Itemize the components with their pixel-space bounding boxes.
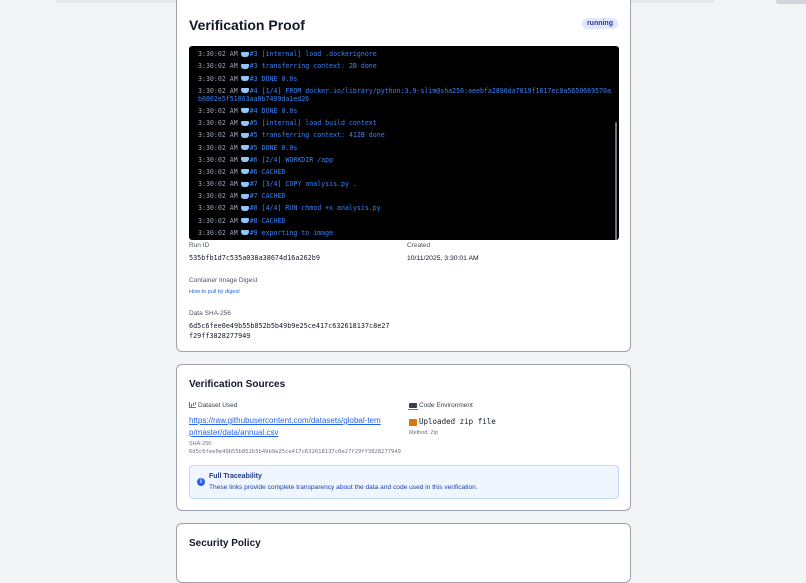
docker-whale-icon (240, 205, 249, 211)
log-line: 3:30:02 AM #5 [internal] load build conte… (198, 119, 613, 127)
log-message: #5 transferring context: 412B done (249, 131, 385, 140)
log-line: 3:30:02 AM #4 [1/4] FROM docker.io/librar… (198, 87, 613, 103)
data-sha-line2: f29ff3828277949 (189, 332, 251, 340)
log-timestamp: 3:30:02 AM (198, 204, 238, 213)
log-message: #3 DONE 0.0s (249, 74, 298, 83)
verification-sources-card: Verification Sources Dataset Used https:… (176, 364, 631, 511)
log-line: 3:30:02 AM #8 CACHED (198, 217, 613, 225)
log-message: #3 [internal] load .dockerignore (249, 50, 377, 59)
log-timestamp: 3:30:02 AM (198, 50, 238, 59)
run-id-value: 535bfb1d7c535a038a38674d16a262b9 (189, 254, 320, 262)
dataset-url-line2: p/master/data/annual.csv (189, 428, 279, 437)
log-line: 3:30:02 AM #7 [3/4] COPY analysis.py . (198, 180, 613, 188)
log-timestamp: 3:30:02 AM (198, 180, 238, 189)
security-policy-title: Security Policy (189, 538, 261, 549)
terminal-scrollbar[interactable] (615, 122, 617, 240)
log-line: 3:30:02 AM #5 transferring context: 412B … (198, 131, 613, 139)
docker-whale-icon (240, 120, 249, 126)
dataset-sha-label: SHA-256: (189, 441, 213, 447)
log-timestamp: 3:30:02 AM (198, 167, 238, 176)
log-message: #6 CACHED (249, 167, 286, 176)
docker-whale-icon (240, 76, 249, 82)
log-message: #3 transferring context: 2B done (249, 62, 377, 71)
log-timestamp: 3:30:02 AM (198, 216, 238, 225)
log-message: #7 CACHED (249, 192, 286, 201)
log-message: #5 DONE 0.0s (249, 143, 298, 152)
security-policy-card: Security Policy (176, 523, 631, 583)
docker-whale-icon (240, 51, 249, 57)
log-timestamp: 3:30:02 AM (198, 228, 238, 237)
log-message: #5 [internal] load build context (249, 119, 377, 128)
log-message: #8 CACHED (249, 216, 286, 225)
chart-icon (189, 402, 196, 409)
status-badge: running (581, 18, 618, 29)
code-method: Method: Zip (409, 430, 439, 436)
docker-whale-icon (240, 132, 249, 138)
log-line: 3:30:02 AM #8 [4/4] RUN chmod +x analysis… (198, 204, 613, 212)
log-line: 3:30:02 AM #3 transferring context: 2B do… (198, 62, 613, 70)
verification-proof-title: Verification Proof (189, 17, 305, 33)
docker-whale-icon (240, 169, 249, 175)
log-line: 3:30:02 AM #5 DONE 0.0s (198, 144, 613, 152)
log-message: #8 [4/4] RUN chmod +x analysis.py (249, 204, 381, 213)
laptop-icon (408, 402, 418, 410)
log-timestamp: 3:30:02 AM (198, 192, 238, 201)
pull-by-digest-link[interactable]: How to pull by digest (189, 289, 240, 295)
traceability-title: Full Traceability (209, 473, 262, 480)
traceability-info-box: i Full Traceability These links provide … (189, 465, 619, 499)
docker-whale-icon (240, 88, 249, 94)
log-timestamp: 3:30:02 AM (198, 106, 238, 115)
log-message: #7 [3/4] COPY analysis.py . (249, 180, 357, 189)
log-line: 3:30:02 AM #4 DONE 0.0s (198, 107, 613, 115)
log-timestamp: 3:30:02 AM (198, 119, 238, 128)
created-value: 10/11/2025, 3:30:01 AM (407, 255, 479, 262)
log-timestamp: 3:30:02 AM (198, 131, 238, 140)
dataset-url-line1: https://raw.githubusercontent.com/datase… (189, 416, 381, 425)
log-message: #9 exporting to image (249, 228, 334, 237)
log-line: 3:30:02 AM #3 [internal] load .dockerigno… (198, 50, 613, 58)
log-line: 3:30:02 AM #6 CACHED (198, 168, 613, 176)
log-line: 3:30:02 AM #7 CACHED (198, 192, 613, 200)
data-sha-label: Data SHA-256 (189, 310, 231, 317)
verification-proof-card: Verification Proof running 3:30:02 AM #3 … (176, 0, 631, 352)
package-icon (409, 418, 417, 426)
traceability-text: These links provide complete transparenc… (209, 484, 478, 491)
data-sha-line1: 6d5c6fee0e49b55b852b5b49b9e25ce417c63261… (189, 322, 390, 330)
log-message: #6 [2/4] WORKDIR /app (249, 155, 334, 164)
container-digest-label: Container Image Digest (189, 277, 258, 284)
docker-whale-icon (240, 145, 249, 150)
dataset-sha-value: 6d5c6fee0e49b55b852b5b49b9e25ce417c63261… (189, 449, 401, 455)
log-line: 3:30:02 AM #6 [2/4] WORKDIR /app (198, 156, 613, 164)
info-icon: i (197, 478, 205, 486)
docker-whale-icon (240, 181, 249, 187)
log-timestamp: 3:30:02 AM (198, 86, 238, 95)
log-timestamp: 3:30:02 AM (198, 155, 238, 164)
docker-whale-icon (240, 108, 249, 114)
log-line: 3:30:02 AM #9 exporting to image (198, 229, 613, 237)
code-environment-heading: Code Environment (408, 402, 473, 410)
log-timestamp: 3:30:02 AM (198, 62, 238, 71)
log-line: 3:30:02 AM #3 DONE 0.0s (198, 75, 613, 83)
dataset-url-link[interactable]: https://raw.githubusercontent.com/datase… (189, 415, 381, 439)
top-right-edge (776, 0, 806, 4)
created-label: Created (407, 242, 431, 249)
verification-sources-title: Verification Sources (189, 379, 286, 390)
code-environment-value: Uploaded zip file (409, 417, 496, 426)
code-environment-label: Code Environment (419, 402, 473, 409)
docker-whale-icon (240, 218, 249, 224)
docker-whale-icon (240, 230, 249, 236)
docker-whale-icon (240, 63, 249, 69)
code-environment-text: Uploaded zip file (419, 417, 496, 426)
log-timestamp: 3:30:02 AM (198, 143, 238, 152)
dataset-used-label: Dataset Used (198, 402, 238, 409)
dataset-used-heading: Dataset Used (189, 402, 237, 409)
docker-whale-icon (240, 193, 249, 199)
log-message: #4 DONE 0.0s (249, 106, 298, 115)
run-id-label: Run ID (189, 242, 210, 249)
build-log-terminal[interactable]: 3:30:02 AM #3 [internal] load .dockerigno… (189, 46, 619, 240)
docker-whale-icon (240, 157, 249, 163)
log-message: #4 [1/4] FROM docker.io/library/python:3… (198, 86, 611, 103)
log-timestamp: 3:30:02 AM (198, 74, 238, 83)
